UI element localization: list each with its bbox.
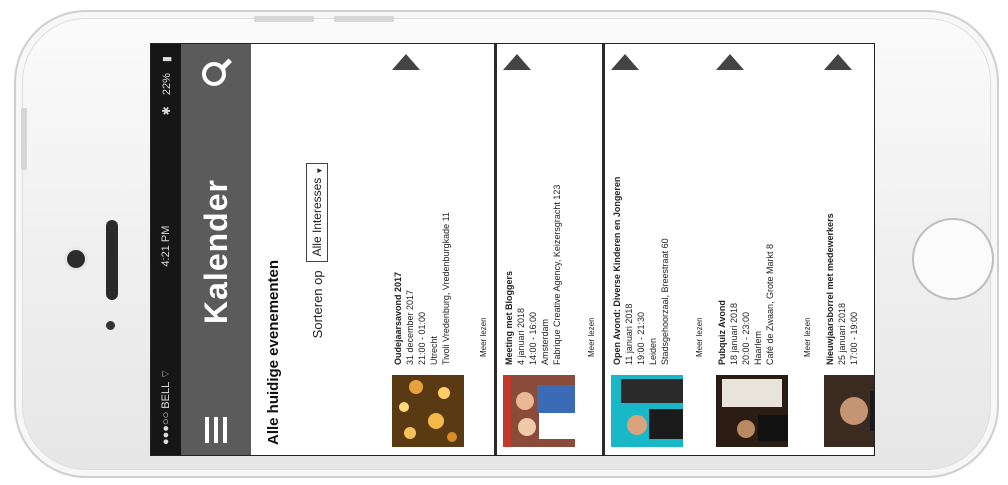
event-time: 21:00 - 01:00 — [417, 311, 427, 365]
event-card[interactable]: Nieuwjaarsborrel met medewerkers 25 janu… — [818, 44, 874, 455]
expand-arrow-icon[interactable] — [716, 54, 744, 70]
event-venue: Stadsgehoorzaal, Breestraat 60 — [660, 238, 670, 365]
read-more-link[interactable]: Meer lezen — [803, 317, 812, 357]
sort-select-value: Alle Interesses — [310, 177, 324, 257]
event-city: Haarlem — [753, 330, 763, 365]
event-title: Oudejaarsavond 2017 — [393, 271, 403, 365]
event-date: 25 januari 2018 — [837, 302, 847, 365]
intro-section: Alle huidige evenementen Sorteren op All… — [251, 44, 386, 455]
event-date: 4 januari 2018 — [516, 307, 526, 365]
event-time: 20:00 - 23:00 — [741, 311, 751, 365]
event-thumbnail-portrait — [824, 375, 874, 447]
event-card[interactable]: Open Avond: Diverse Kinderen en Jongeren… — [602, 44, 710, 455]
event-venue: Fabrique Creative Agency, Keizersgracht … — [552, 184, 562, 365]
event-thumbnail-people — [503, 375, 575, 447]
event-city: Leiden — [648, 337, 658, 365]
bluetooth-icon: ✱ — [160, 106, 173, 116]
status-bar: ●●●○○ BELL ⌔ 4:21 PM ✱ 22% ▮ — [151, 44, 181, 455]
wifi-icon: ⌔ — [160, 368, 172, 380]
event-city: Amsterdam — [540, 318, 550, 365]
home-button[interactable] — [912, 218, 994, 300]
event-time: 17:00 - 19:00 — [849, 311, 859, 365]
clock: 4:21 PM — [160, 225, 172, 267]
event-title: Nieuwjaarsborrel met medewerkers — [825, 213, 835, 365]
battery-icon: ▮ — [160, 56, 173, 63]
read-more-link[interactable]: Meer lezen — [479, 317, 488, 357]
sort-select[interactable]: Alle Interesses ▼ — [306, 162, 328, 263]
event-thumbnail-speaker — [611, 375, 683, 447]
search-icon[interactable] — [202, 58, 233, 86]
event-title: Meeting met Bloggers — [504, 270, 514, 365]
front-camera — [67, 250, 85, 268]
event-card[interactable]: Oudejaarsavond 2017 31 december 2017 21:… — [386, 44, 494, 455]
carrier-label: ●●●○○ BELL — [160, 382, 172, 445]
volume-down-button — [334, 16, 394, 22]
app-view: ●●●○○ BELL ⌔ 4:21 PM ✱ 22% ▮ Kalender Al… — [151, 44, 874, 455]
event-time: 19:00 - 21:30 — [636, 311, 646, 365]
chevron-down-icon: ▼ — [315, 166, 324, 175]
screen: ●●●○○ BELL ⌔ 4:21 PM ✱ 22% ▮ Kalender Al… — [150, 43, 875, 456]
earpiece-speaker — [106, 220, 118, 300]
event-city: Utrecht — [429, 335, 439, 365]
page-title: Kalender — [197, 179, 234, 324]
volume-up-button — [254, 16, 314, 22]
menu-icon[interactable] — [205, 417, 227, 443]
event-date: 31 december 2017 — [405, 289, 415, 365]
expand-arrow-icon[interactable] — [392, 54, 420, 70]
nav-bar: Kalender — [181, 44, 251, 455]
sort-row: Sorteren op Alle Interesses ▼ — [306, 56, 328, 445]
event-title: Open Avond: Diverse Kinderen en Jongeren — [612, 176, 622, 365]
event-date: 18 januari 2018 — [729, 302, 739, 365]
event-time: 14:00 - 16:00 — [528, 311, 538, 365]
event-venue: Café de Zwaan, Grote Markt 8 — [765, 243, 775, 365]
expand-arrow-icon[interactable] — [611, 54, 639, 70]
event-thumbnail-champagne — [392, 375, 464, 447]
proximity-sensor — [106, 321, 115, 330]
section-heading: Alle huidige evenementen — [265, 259, 282, 445]
event-title: Pubquiz Avond — [717, 300, 727, 365]
expand-arrow-icon[interactable] — [503, 54, 531, 70]
expand-arrow-icon[interactable] — [824, 54, 852, 70]
event-card[interactable]: Pubquiz Avond 18 januari 2018 20:00 - 23… — [710, 44, 818, 455]
read-more-link[interactable]: Meer lezen — [587, 317, 596, 357]
event-venue: Tivoli Vredenburg, Vredenburgkade 11 — [441, 212, 451, 365]
event-thumbnail-pub — [716, 375, 788, 447]
read-more-link[interactable]: Meer lezen — [695, 317, 704, 357]
event-card[interactable]: Meeting met Bloggers 4 januari 2018 14:0… — [494, 44, 602, 455]
battery-percent: 22% — [160, 73, 173, 96]
sort-label: Sorteren op — [309, 270, 325, 339]
event-date: 11 januari 2018 — [624, 303, 634, 365]
mute-switch — [21, 108, 27, 170]
